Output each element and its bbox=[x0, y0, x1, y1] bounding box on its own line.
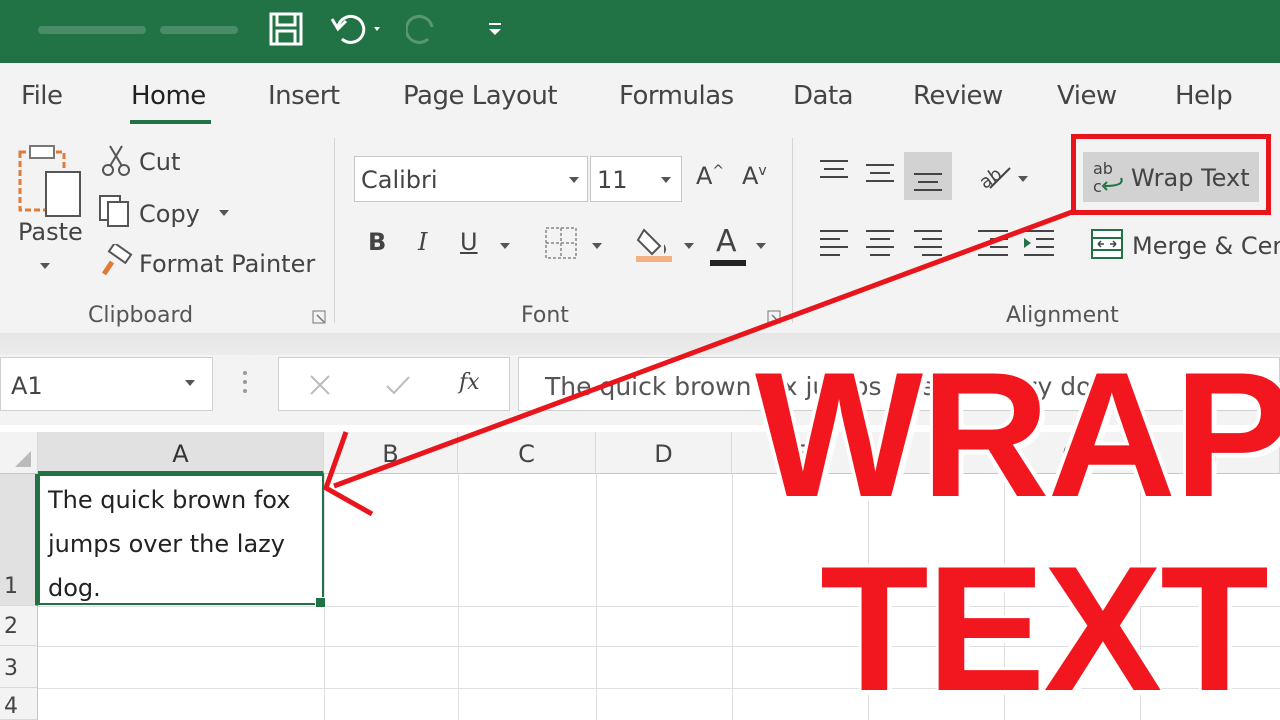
merge-center-icon bbox=[1090, 228, 1124, 265]
select-all-corner[interactable] bbox=[0, 432, 38, 474]
tab-file[interactable]: File bbox=[21, 81, 63, 111]
column-header-b[interactable]: B bbox=[324, 432, 458, 474]
tab-formulas[interactable]: Formulas bbox=[619, 81, 734, 111]
paste-dropdown-icon[interactable] bbox=[40, 263, 50, 269]
bottom-align-icon[interactable] bbox=[904, 152, 952, 200]
redo-icon[interactable] bbox=[404, 8, 444, 50]
font-group-label: Font bbox=[521, 303, 569, 328]
insert-function-button[interactable]: fx bbox=[459, 370, 480, 395]
font-launcher-icon[interactable] bbox=[767, 310, 781, 329]
tab-view[interactable]: View bbox=[1057, 81, 1117, 111]
tab-help[interactable]: Help bbox=[1175, 81, 1233, 111]
name-box-value: A1 bbox=[11, 372, 43, 400]
gridline bbox=[732, 474, 733, 720]
autosave-switch[interactable] bbox=[160, 26, 238, 34]
clipboard-group-label: Clipboard bbox=[88, 303, 194, 328]
autosave-toggle[interactable] bbox=[38, 26, 146, 34]
copy-dropdown-icon[interactable] bbox=[219, 210, 229, 216]
font-family-select[interactable]: Calibri bbox=[354, 156, 588, 202]
alignment-group-label: Alignment bbox=[1006, 303, 1119, 328]
fill-color-icon[interactable] bbox=[636, 224, 676, 269]
borders-icon[interactable] bbox=[544, 226, 578, 265]
save-icon[interactable] bbox=[266, 8, 306, 50]
tab-insert[interactable]: Insert bbox=[268, 81, 340, 111]
name-box[interactable]: A1 bbox=[0, 357, 213, 411]
cut-icon bbox=[100, 144, 132, 183]
tab-page-layout[interactable]: Page Layout bbox=[403, 81, 558, 111]
borders-dropdown-icon[interactable] bbox=[592, 243, 602, 249]
increase-indent-icon[interactable] bbox=[1022, 228, 1056, 263]
column-header-c[interactable]: C bbox=[458, 432, 596, 474]
decrease-indent-icon[interactable] bbox=[976, 228, 1010, 263]
align-left-icon[interactable] bbox=[818, 228, 850, 263]
row-header-2[interactable]: 2 bbox=[0, 606, 38, 646]
tab-data[interactable]: Data bbox=[793, 81, 854, 111]
fill-color-dropdown-icon[interactable] bbox=[684, 243, 694, 249]
font-family-value: Calibri bbox=[361, 166, 438, 194]
overlay-title-wrap: WRAP bbox=[755, 335, 1280, 534]
title-bar bbox=[0, 0, 1280, 63]
decrease-font-size-button[interactable]: Av bbox=[742, 162, 767, 190]
active-tab-indicator bbox=[130, 120, 211, 124]
format-painter-button[interactable]: Format Painter bbox=[139, 250, 315, 278]
chevron-down-icon bbox=[661, 177, 671, 183]
column-header-d[interactable]: D bbox=[596, 432, 732, 474]
clipboard-launcher-icon[interactable] bbox=[312, 310, 326, 329]
paste-button[interactable]: Paste bbox=[18, 218, 83, 246]
row-header-4[interactable]: 4 bbox=[0, 688, 38, 720]
ribbon-tabs: File Home Insert Page Layout Formulas Da… bbox=[0, 63, 1280, 128]
copy-button[interactable]: Copy bbox=[139, 200, 200, 228]
cell-text-line: dog. bbox=[48, 574, 101, 602]
middle-align-icon[interactable] bbox=[864, 162, 896, 195]
format-painter-icon bbox=[98, 241, 134, 285]
align-right-icon[interactable] bbox=[912, 228, 944, 263]
cut-button[interactable]: Cut bbox=[139, 148, 180, 176]
font-size-value: 11 bbox=[597, 166, 628, 194]
tab-review[interactable]: Review bbox=[913, 81, 1003, 111]
underline-dropdown-icon[interactable] bbox=[500, 243, 510, 249]
copy-icon bbox=[98, 194, 132, 233]
cell-text-line: jumps over the lazy bbox=[48, 530, 285, 558]
cell-text-line: The quick brown fox bbox=[48, 486, 291, 514]
paste-icon[interactable] bbox=[16, 142, 86, 227]
orientation-dropdown-icon[interactable] bbox=[1018, 176, 1028, 182]
row-header-1[interactable]: 1 bbox=[0, 474, 38, 606]
wrap-text-highlight-box bbox=[1071, 134, 1271, 215]
separator bbox=[334, 138, 335, 323]
cell-a1[interactable]: The quick brown fox jumps over the lazy … bbox=[38, 474, 324, 605]
italic-button[interactable]: I bbox=[418, 228, 427, 256]
fill-handle[interactable] bbox=[315, 597, 326, 608]
font-color-swatch bbox=[710, 260, 746, 266]
column-header-a[interactable]: A bbox=[38, 432, 324, 474]
gridline bbox=[596, 474, 597, 720]
overlay-title-text: TEXT bbox=[820, 529, 1269, 720]
row-header-3[interactable]: 3 bbox=[0, 646, 38, 688]
chevron-down-icon bbox=[569, 177, 579, 183]
separator bbox=[792, 138, 793, 323]
more-options-icon[interactable] bbox=[242, 369, 248, 400]
formula-buttons: fx bbox=[278, 357, 510, 411]
bold-button[interactable]: B bbox=[368, 228, 386, 256]
font-color-dropdown-icon[interactable] bbox=[756, 243, 766, 249]
font-size-select[interactable]: 11 bbox=[590, 156, 682, 202]
enter-icon[interactable] bbox=[385, 374, 411, 401]
gridline bbox=[458, 474, 459, 720]
cancel-icon[interactable] bbox=[309, 374, 331, 401]
undo-icon[interactable] bbox=[326, 8, 386, 50]
tab-home[interactable]: Home bbox=[131, 81, 206, 111]
increase-font-size-button[interactable]: A^ bbox=[696, 162, 724, 190]
customize-qat-icon[interactable] bbox=[475, 8, 515, 50]
underline-button[interactable]: U bbox=[460, 228, 478, 256]
font-color-button[interactable]: A bbox=[716, 224, 737, 259]
merge-center-button[interactable]: Merge & Cen bbox=[1132, 232, 1280, 260]
chevron-down-icon bbox=[185, 380, 195, 386]
align-center-icon[interactable] bbox=[864, 228, 896, 263]
orientation-icon[interactable]: ab bbox=[976, 158, 1012, 197]
top-align-icon[interactable] bbox=[818, 158, 850, 191]
